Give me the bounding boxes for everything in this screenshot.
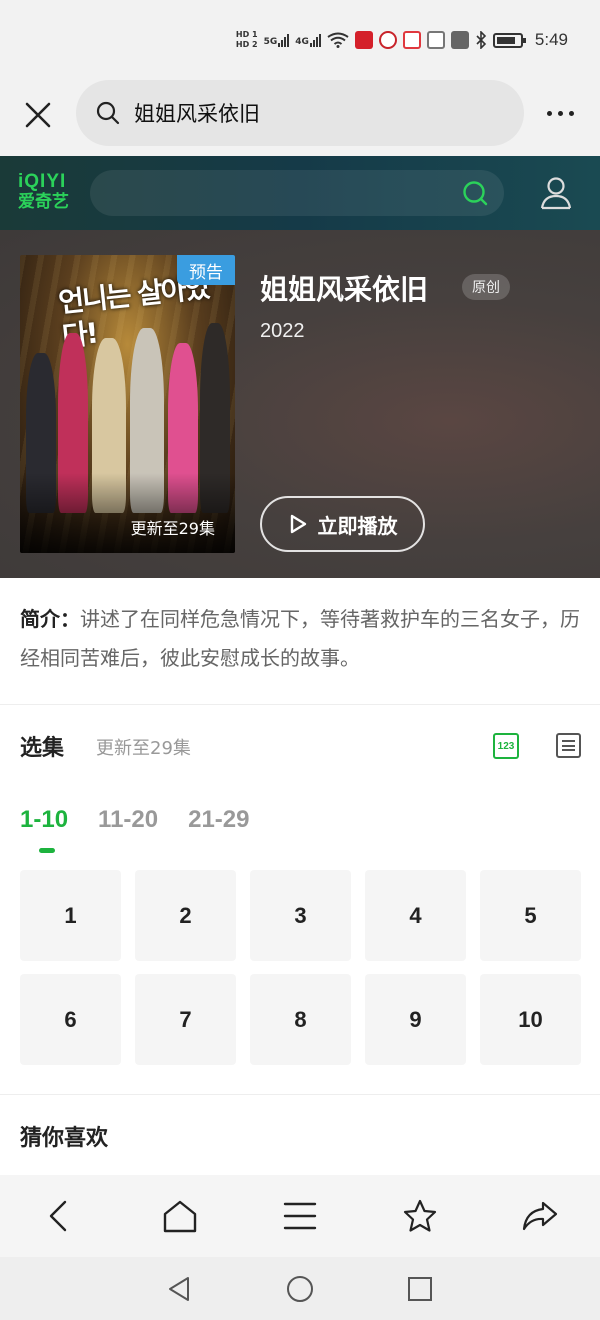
bank-app-icon [378,31,397,49]
recommend-title: 猜你喜欢 [20,1126,109,1151]
system-home-button[interactable] [280,1269,320,1309]
app-notification-icon [402,31,421,49]
episodes-subtitle: 更新至29集 [96,738,191,759]
signal-bars-icon [309,33,321,47]
episode-button[interactable]: 10 [480,974,581,1065]
close-button[interactable] [20,97,56,133]
search-icon [96,101,120,125]
episodes-title: 选集 [20,736,65,761]
app-notification-icon [354,31,373,49]
original-badge: 原创 [462,274,510,300]
hd2-label: HD 2 [235,40,258,49]
divider [0,1094,600,1095]
signal-5g: 5G [264,33,290,47]
search-query: 姐姐风采依旧 [134,102,260,126]
browser-toolbar [0,1175,600,1257]
status-icons: HD 1 HD 2 5G 4G 5:49 [236,30,568,50]
episode-button[interactable]: 7 [135,974,236,1065]
episode-button[interactable]: 4 [365,870,466,961]
more-icon [546,110,552,116]
episode-button[interactable]: 6 [20,974,121,1065]
show-hero: 언니는 살아있다! 预告 更新至29集 姐姐风采依旧 原创 2022 立即播放 [0,230,600,578]
signal-bars-icon [278,33,290,47]
show-intro: 简介：讲述了在同样危急情况下，等待著救护车的三名女子，历经相同苦难后，彼此安慰成… [20,600,585,678]
wifi-icon [327,32,349,48]
grid-view-icon[interactable]: 123 [493,733,519,759]
logo-line2: 爱奇艺 [18,192,69,212]
play-now-button[interactable]: 立即播放 [260,496,425,552]
menu-icon [283,1202,317,1230]
home-icon [163,1200,197,1233]
clock: 5:49 [534,30,568,49]
episode-button[interactable]: 1 [20,870,121,961]
system-recents-button[interactable] [400,1269,440,1309]
show-year: 2022 [260,320,305,342]
hd1-label: HD 1 [235,30,258,39]
poster-update-label: 更新至29集 [130,519,215,538]
tab-range-1-10[interactable]: 1-10 [20,806,68,853]
square-recents-icon [408,1276,432,1301]
star-icon [403,1199,437,1232]
shield-app-icon [426,31,445,49]
search-icon[interactable] [462,180,488,206]
user-icon[interactable] [540,176,572,210]
intro-label: 简介： [20,607,80,631]
signal-5g-label: 5G [263,37,278,47]
sms-app-icon [450,31,469,49]
triangle-back-icon [169,1276,189,1301]
tab-range-11-20[interactable]: 11-20 [98,806,158,834]
more-button[interactable] [540,100,580,126]
menu-button[interactable] [270,1186,330,1246]
episode-range-tabs: 1-10 11-20 21-29 [20,806,250,853]
play-now-label: 立即播放 [317,513,398,538]
back-button[interactable] [30,1186,90,1246]
episode-grid: 1 2 3 4 5 6 7 8 9 10 [20,870,582,1065]
home-button[interactable] [150,1186,210,1246]
share-icon [522,1201,558,1231]
episode-button[interactable]: 2 [135,870,236,961]
list-view-icon[interactable] [556,733,581,758]
iqiyi-logo[interactable]: iQIYI 爱奇艺 [18,171,69,213]
close-icon [25,102,51,128]
back-icon [49,1200,67,1232]
bookmark-button[interactable] [390,1186,450,1246]
episode-button[interactable]: 5 [480,870,581,961]
tab-range-21-29[interactable]: 21-29 [188,806,249,834]
show-title: 姐姐风采依旧 [260,273,429,306]
show-poster[interactable]: 언니는 살아있다! 预告 更新至29集 [20,255,235,553]
signal-4g: 4G [295,33,321,47]
system-nav-bar [0,1257,600,1320]
signal-4g-label: 4G [295,37,309,47]
logo-line1: iQIYI [18,171,67,192]
intro-text: 讲述了在同样危急情况下，等待著救护车的三名女子，历经相同苦难后，彼此安慰成长的故… [20,607,580,670]
search-input[interactable]: 姐姐风采依旧 [76,80,524,146]
battery-icon [492,32,526,48]
play-icon [290,514,306,534]
browser-search-bar: 姐姐风采依旧 [0,80,600,156]
episode-button[interactable]: 3 [250,870,351,961]
bluetooth-icon [476,31,487,49]
circle-home-icon [287,1275,313,1302]
iqiyi-header: iQIYI 爱奇艺 [0,156,600,230]
status-bar: HD 1 HD 2 5G 4G 5:49 [0,0,600,80]
hd-indicator: HD 1 HD 2 [236,30,258,50]
iqiyi-search-input[interactable] [90,170,504,216]
trailer-tag: 预告 [177,255,235,285]
system-back-button[interactable] [160,1269,200,1309]
episode-button[interactable]: 8 [250,974,351,1065]
divider [0,704,600,705]
episode-button[interactable]: 9 [365,974,466,1065]
share-button[interactable] [510,1186,570,1246]
